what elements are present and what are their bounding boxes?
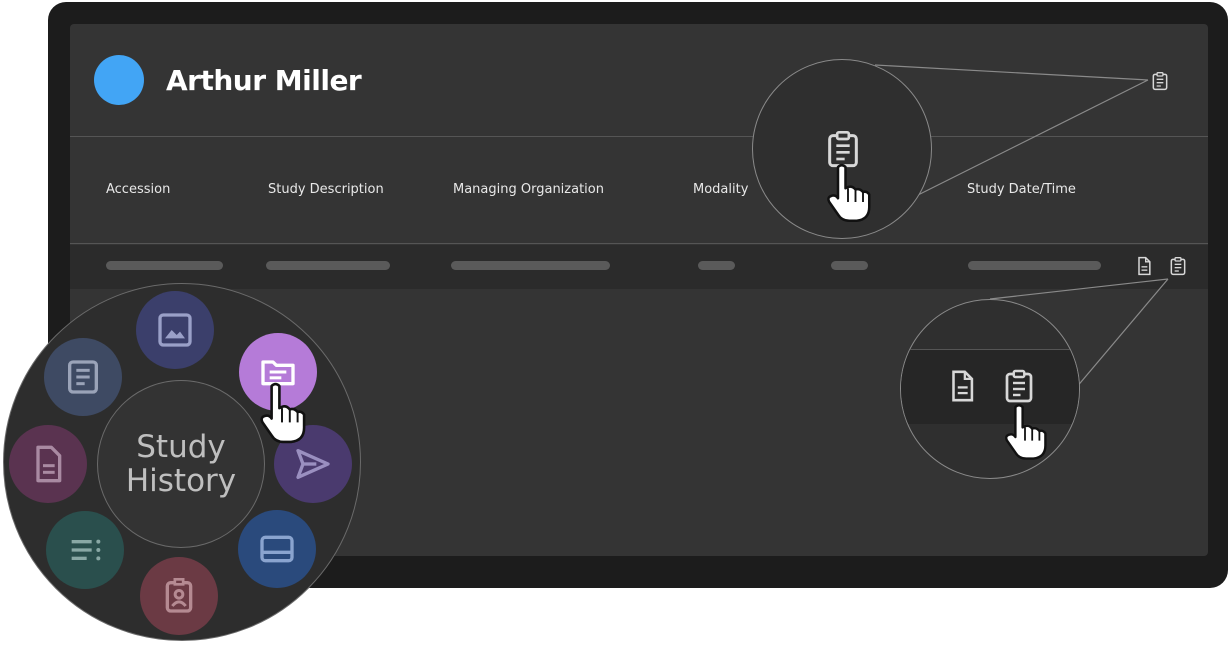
clipboard-icon [1005,369,1033,403]
radial-menu-title-line1: Study [136,429,226,465]
zoom-magnifier [752,59,932,239]
radial-item-id-badge[interactable] [140,557,218,635]
radial-item-panel[interactable] [238,510,316,588]
send-icon [296,449,330,479]
list-icon [71,539,101,561]
radial-item-image[interactable] [136,291,214,369]
hand-pointer-icon [1005,404,1047,460]
document-icon [952,370,974,402]
hand-pointer-icon [827,163,871,222]
zoomed-row [901,349,1079,424]
id-badge-icon [165,578,193,613]
document-icon [36,445,62,483]
radial-item-list[interactable] [46,511,124,589]
hand-pointer-icon [260,382,306,444]
radial-item-document[interactable] [9,425,87,503]
zoom-magnifier [900,299,1080,479]
panel-icon [260,535,294,563]
radial-item-text-doc[interactable] [44,338,122,416]
image-icon [158,313,192,347]
text-doc-icon [68,360,98,394]
radial-menu-title-line2: History [125,463,237,499]
radial-menu-center[interactable]: Study History [97,380,265,548]
